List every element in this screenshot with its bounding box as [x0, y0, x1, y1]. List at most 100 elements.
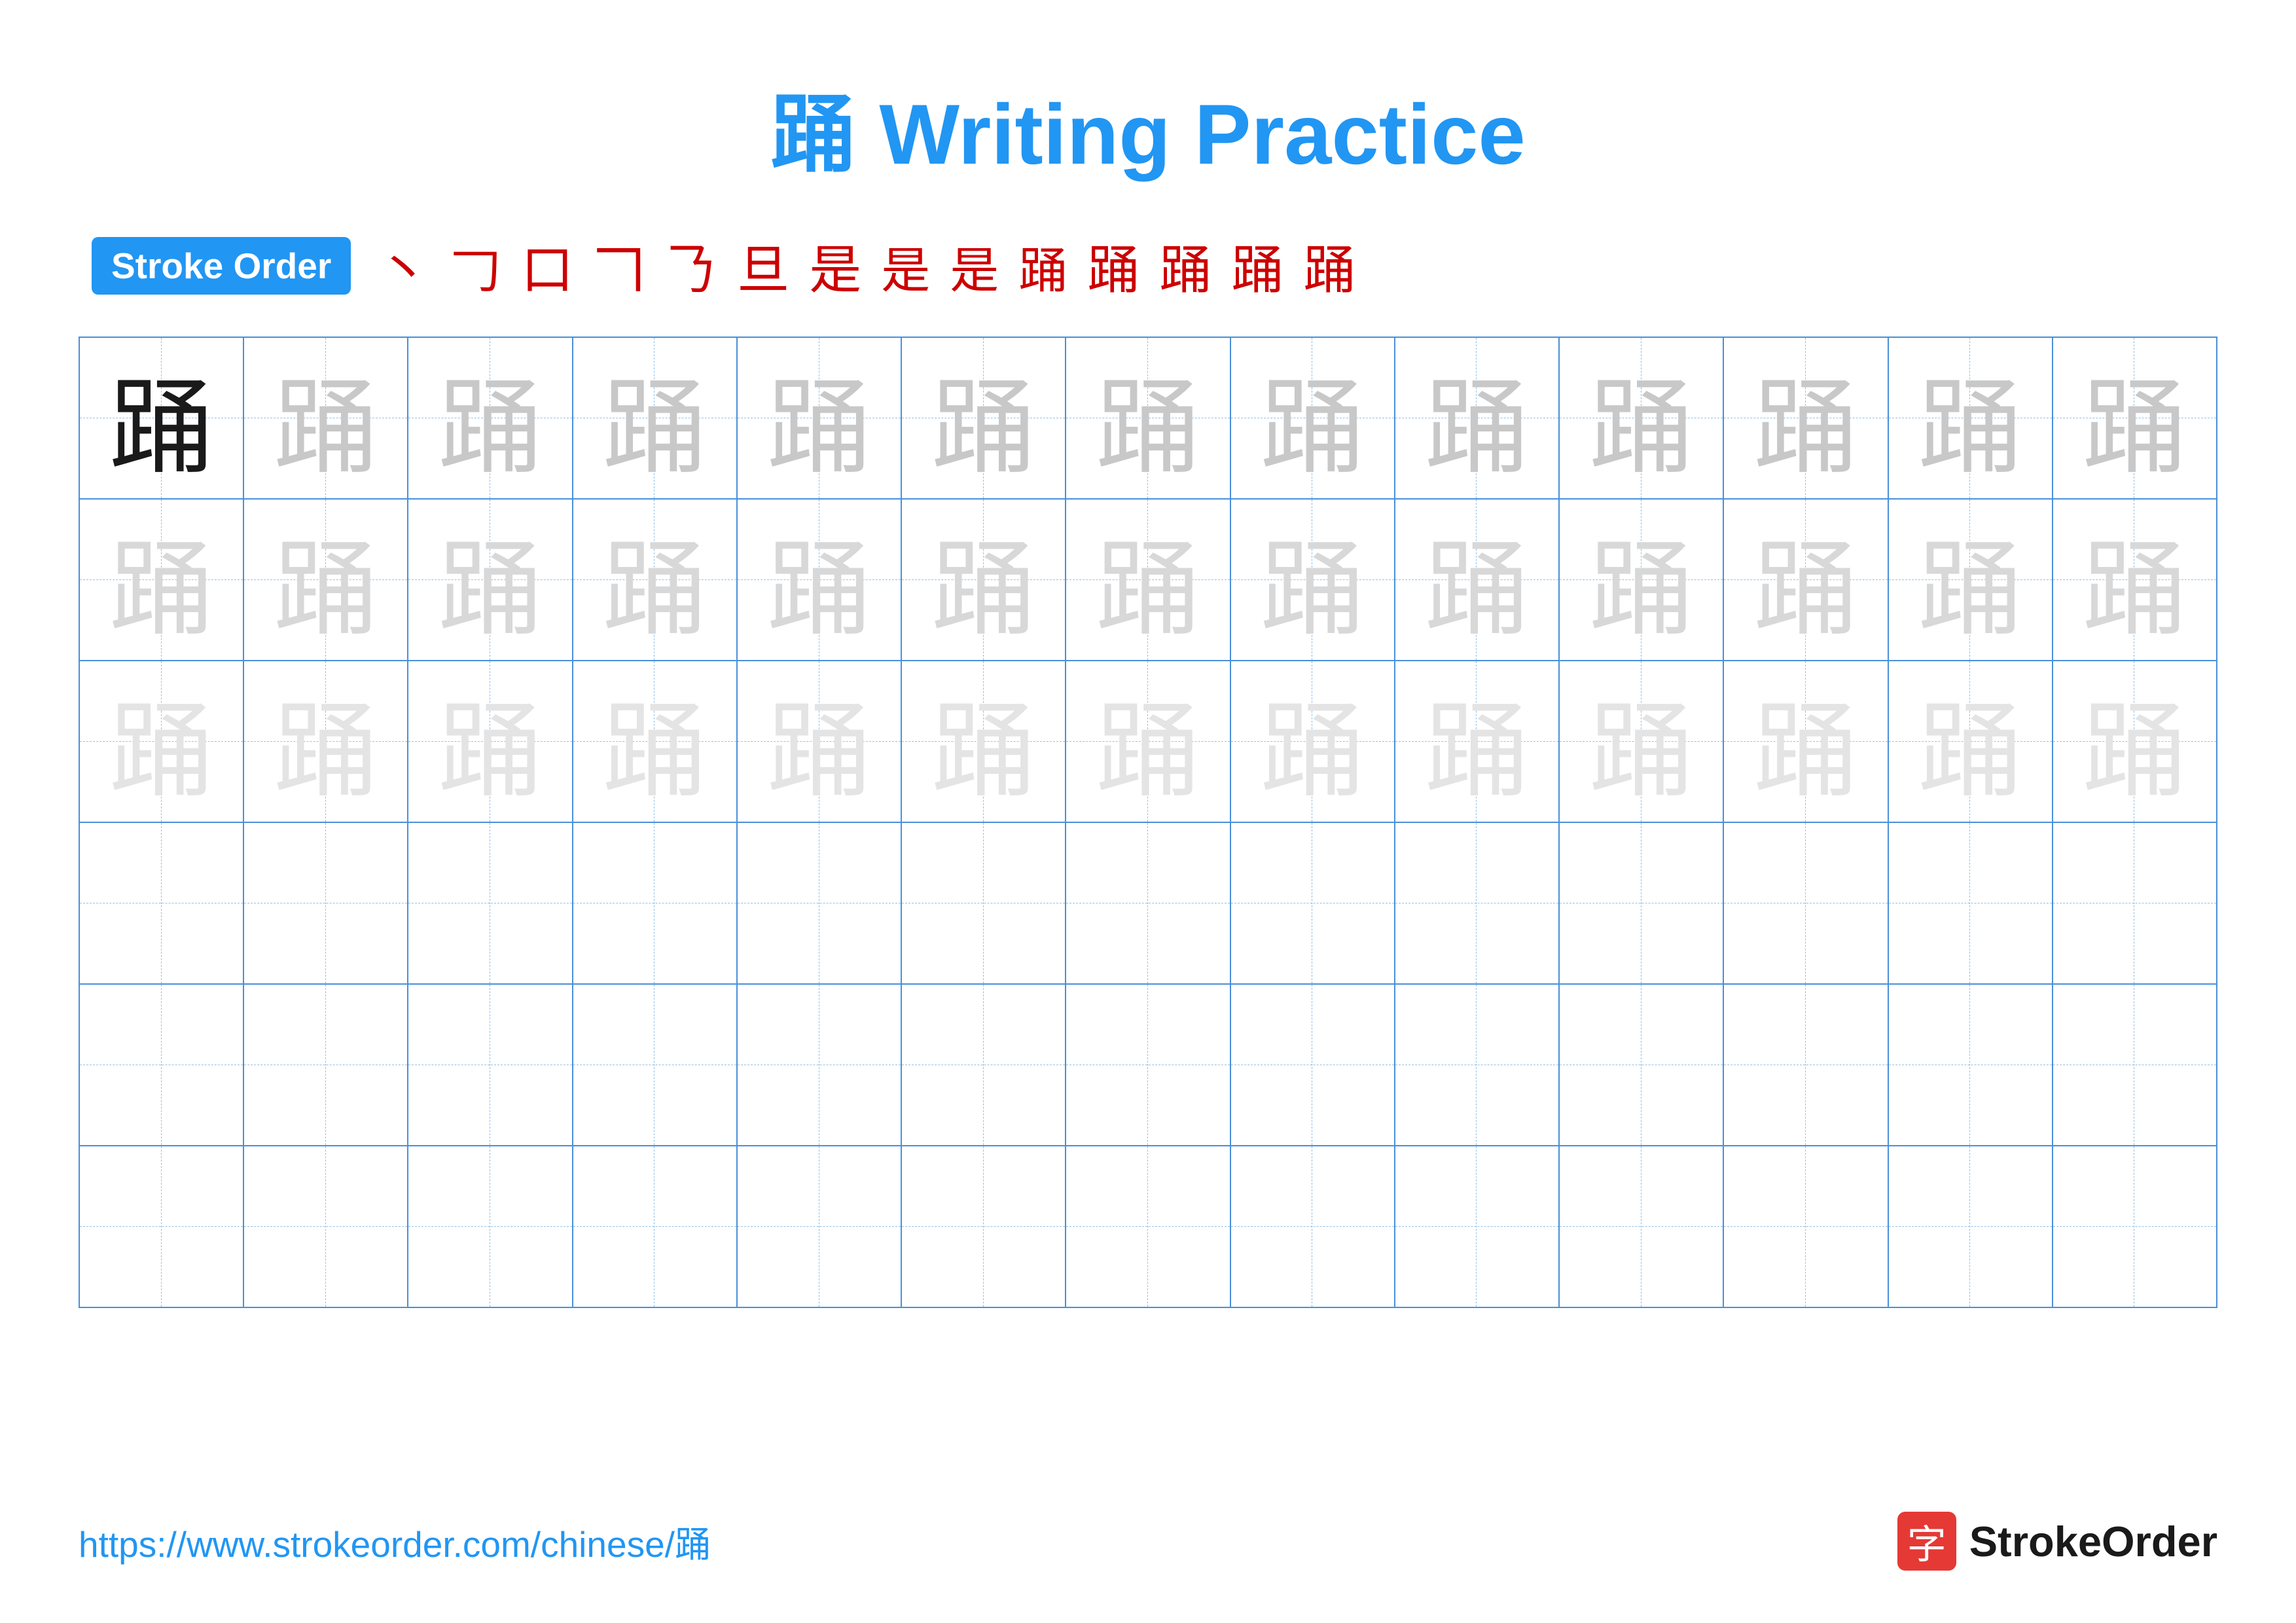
page: 踊 Writing Practice Stroke Order 丶 𠃌 口 𠃍 … [0, 0, 2296, 1623]
title-char: 踊 [770, 86, 855, 182]
cell-4-1[interactable] [80, 823, 244, 983]
cell-5-12[interactable] [1889, 985, 2053, 1145]
cell-2-8[interactable]: 踊 [1231, 500, 1395, 660]
cell-5-11[interactable] [1724, 985, 1888, 1145]
cell-5-2[interactable] [244, 985, 408, 1145]
cell-5-7[interactable] [1066, 985, 1230, 1145]
char-guide: 踊 [274, 342, 378, 494]
cell-2-12[interactable]: 踊 [1889, 500, 2053, 660]
cell-3-12[interactable]: 踊 [1889, 661, 2053, 822]
cell-3-1[interactable]: 踊 [80, 661, 244, 822]
cell-3-5[interactable]: 踊 [738, 661, 902, 822]
cell-1-10[interactable]: 踊 [1560, 338, 1724, 498]
char-guide: 踊 [767, 666, 872, 818]
cell-1-12[interactable]: 踊 [1889, 338, 2053, 498]
char-guide: 踊 [274, 504, 378, 656]
footer: https://www.strokeorder.com/chinese/踊 字 … [79, 1512, 2217, 1571]
cell-4-10[interactable] [1560, 823, 1724, 983]
cell-3-6[interactable]: 踊 [902, 661, 1066, 822]
cell-1-3[interactable]: 踊 [408, 338, 573, 498]
cell-1-5[interactable]: 踊 [738, 338, 902, 498]
cell-6-13[interactable] [2053, 1146, 2216, 1307]
cell-3-4[interactable]: 踊 [573, 661, 738, 822]
stroke-4: 𠃍 [593, 228, 645, 304]
cell-4-9[interactable] [1395, 823, 1560, 983]
cell-5-9[interactable] [1395, 985, 1560, 1145]
grid-row-3: 踊 踊 踊 踊 踊 踊 踊 踊 踊 [80, 661, 2216, 823]
cell-3-10[interactable]: 踊 [1560, 661, 1724, 822]
cell-4-11[interactable] [1724, 823, 1888, 983]
char-guide: 踊 [767, 342, 872, 494]
cell-2-4[interactable]: 踊 [573, 500, 738, 660]
cell-3-13[interactable]: 踊 [2053, 661, 2216, 822]
cell-5-10[interactable] [1560, 985, 1724, 1145]
cell-1-1[interactable]: 踊 [80, 338, 244, 498]
cell-2-2[interactable]: 踊 [244, 500, 408, 660]
cell-4-2[interactable] [244, 823, 408, 983]
cell-2-11[interactable]: 踊 [1724, 500, 1888, 660]
cell-2-5[interactable]: 踊 [738, 500, 902, 660]
cell-1-7[interactable]: 踊 [1066, 338, 1230, 498]
cell-6-7[interactable] [1066, 1146, 1230, 1307]
cell-5-13[interactable] [2053, 985, 2216, 1145]
cell-5-1[interactable] [80, 985, 244, 1145]
cell-1-8[interactable]: 踊 [1231, 338, 1395, 498]
char-guide: 踊 [1589, 504, 1694, 656]
cell-3-2[interactable]: 踊 [244, 661, 408, 822]
cell-1-2[interactable]: 踊 [244, 338, 408, 498]
cell-2-9[interactable]: 踊 [1395, 500, 1560, 660]
cell-4-3[interactable] [408, 823, 573, 983]
cell-2-7[interactable]: 踊 [1066, 500, 1230, 660]
cell-5-4[interactable] [573, 985, 738, 1145]
cell-6-5[interactable] [738, 1146, 902, 1307]
cell-6-1[interactable] [80, 1146, 244, 1307]
cell-3-8[interactable]: 踊 [1231, 661, 1395, 822]
cell-6-11[interactable] [1724, 1146, 1888, 1307]
cell-1-11[interactable]: 踊 [1724, 338, 1888, 498]
char-main: 踊 [109, 342, 214, 494]
stroke-2: 𠃌 [449, 228, 501, 304]
cell-2-10[interactable]: 踊 [1560, 500, 1724, 660]
cell-6-6[interactable] [902, 1146, 1066, 1307]
cell-6-10[interactable] [1560, 1146, 1724, 1307]
stroke-order-badge: Stroke Order [92, 237, 351, 295]
cell-2-1[interactable]: 踊 [80, 500, 244, 660]
cell-4-13[interactable] [2053, 823, 2216, 983]
cell-3-11[interactable]: 踊 [1724, 661, 1888, 822]
char-guide: 踊 [1918, 342, 2022, 494]
cell-2-13[interactable]: 踊 [2053, 500, 2216, 660]
cell-3-7[interactable]: 踊 [1066, 661, 1230, 822]
page-title: 踊 Writing Practice [770, 65, 1525, 189]
char-guide: 踊 [602, 504, 707, 656]
cell-5-6[interactable] [902, 985, 1066, 1145]
cell-6-2[interactable] [244, 1146, 408, 1307]
cell-5-5[interactable] [738, 985, 902, 1145]
cell-5-8[interactable] [1231, 985, 1395, 1145]
cell-3-9[interactable]: 踊 [1395, 661, 1560, 822]
cell-6-9[interactable] [1395, 1146, 1560, 1307]
cell-6-3[interactable] [408, 1146, 573, 1307]
cell-5-3[interactable] [408, 985, 573, 1145]
stroke-11: 踊 [1087, 228, 1139, 304]
cell-2-3[interactable]: 踊 [408, 500, 573, 660]
cell-1-6[interactable]: 踊 [902, 338, 1066, 498]
char-guide: 踊 [109, 666, 214, 818]
cell-4-7[interactable] [1066, 823, 1230, 983]
cell-6-4[interactable] [573, 1146, 738, 1307]
cell-4-12[interactable] [1889, 823, 2053, 983]
cell-4-8[interactable] [1231, 823, 1395, 983]
cell-6-8[interactable] [1231, 1146, 1395, 1307]
cell-6-12[interactable] [1889, 1146, 2053, 1307]
char-guide: 踊 [1753, 342, 1858, 494]
cell-4-4[interactable] [573, 823, 738, 983]
cell-2-6[interactable]: 踊 [902, 500, 1066, 660]
stroke-12: 踊 [1159, 228, 1211, 304]
cell-1-4[interactable]: 踊 [573, 338, 738, 498]
cell-4-5[interactable] [738, 823, 902, 983]
cell-1-9[interactable]: 踊 [1395, 338, 1560, 498]
cell-1-13[interactable]: 踊 [2053, 338, 2216, 498]
footer-url[interactable]: https://www.strokeorder.com/chinese/踊 [79, 1515, 711, 1567]
char-guide: 踊 [1096, 666, 1200, 818]
cell-4-6[interactable] [902, 823, 1066, 983]
cell-3-3[interactable]: 踊 [408, 661, 573, 822]
